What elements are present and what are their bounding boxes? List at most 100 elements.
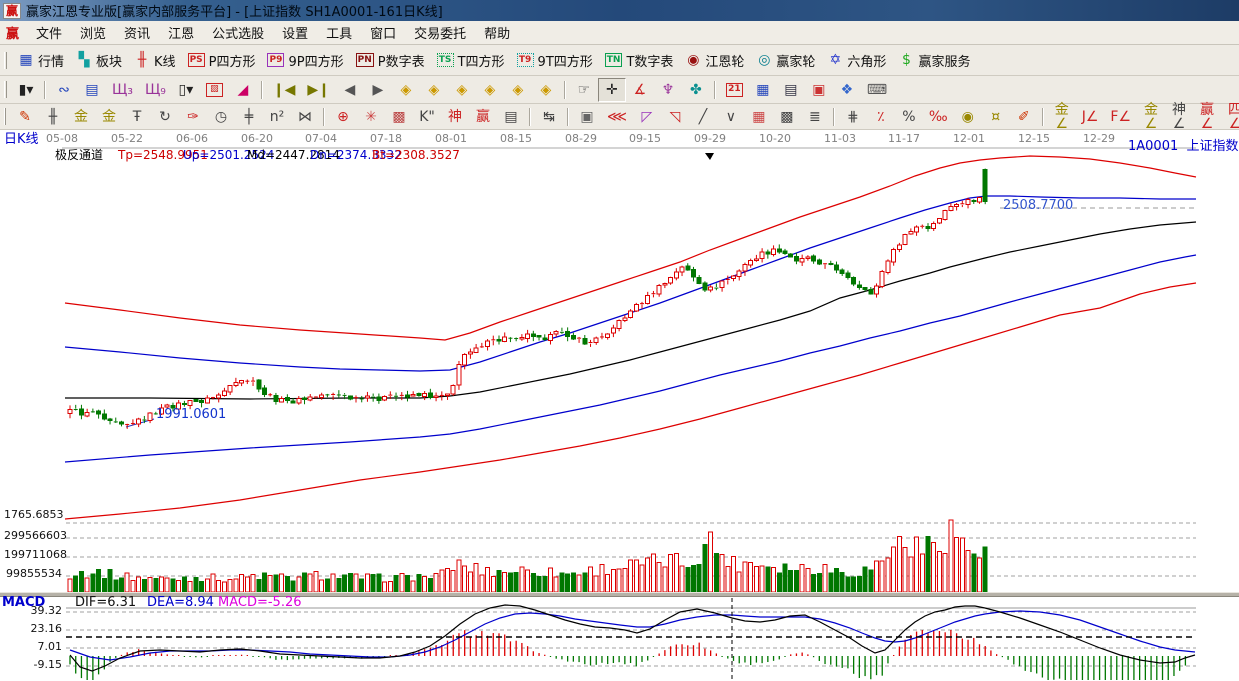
report-button[interactable]: ▤: [777, 78, 805, 102]
flower-tool-button[interactable]: ✤: [682, 78, 710, 102]
t-square-button[interactable]: TS T四方形: [431, 48, 511, 72]
zigzag-button[interactable]: ∨: [717, 105, 745, 129]
win-angle-button[interactable]: 赢∠: [1193, 103, 1221, 131]
f-angle-button[interactable]: F∠: [1104, 105, 1137, 129]
save-button[interactable]: ▣: [805, 78, 833, 102]
time-circle-button[interactable]: ◷: [207, 105, 235, 129]
menu-item-3[interactable]: 江恩: [159, 25, 203, 44]
9t-square-button[interactable]: T9 9T四方形: [511, 48, 599, 72]
gold-angle-button[interactable]: 金∠: [1048, 103, 1076, 131]
kline-style-button[interactable]: ▮▾: [12, 78, 40, 102]
calculator-button[interactable]: ▦: [749, 78, 777, 102]
winner-service-button[interactable]: $ 赢家服务: [892, 48, 976, 72]
menu-item-5[interactable]: 设置: [273, 25, 317, 44]
menu-item-8[interactable]: 交易委托: [405, 25, 475, 44]
grid-dark-icon: ▩: [780, 108, 794, 125]
j-angle-button[interactable]: J∠: [1076, 105, 1105, 129]
web-button[interactable]: ▩: [385, 105, 413, 129]
gold-level-button[interactable]: ¤: [982, 105, 1010, 129]
gold-angle-2-button[interactable]: 金∠: [1137, 103, 1165, 131]
gold-circle-button[interactable]: ◉: [954, 105, 982, 129]
t-number-button[interactable]: TN T数字表: [599, 48, 680, 72]
crosshair-button[interactable]: ✛: [597, 77, 626, 102]
angle-measure-button[interactable]: ∡: [626, 78, 654, 102]
pan-left-button[interactable]: ◈: [392, 78, 420, 102]
star-rays-button[interactable]: ✳: [357, 105, 385, 129]
candle-type-button[interactable]: ▯▾: [172, 78, 200, 102]
gann-box-button[interactable]: ◹: [661, 105, 689, 129]
parallel-button[interactable]: ≣: [801, 105, 829, 129]
percent-button[interactable]: %: [895, 105, 923, 129]
win-tool-button[interactable]: 赢: [469, 105, 497, 129]
title-bar[interactable]: 赢 赢家江恩专业版[赢家内部服务平台] - [上证指数 SH1A0001-161…: [0, 0, 1239, 21]
calendar-button[interactable]: 21: [720, 78, 749, 102]
gann-tool-button[interactable]: ♆: [654, 78, 682, 102]
bars-9-button[interactable]: Щ₉: [139, 78, 172, 102]
gold-comb-2-button[interactable]: 金: [95, 105, 123, 129]
scale-bars-button[interactable]: ⋕: [839, 105, 867, 129]
sectors-button[interactable]: ▚ 板块: [70, 48, 128, 72]
menu-item-2[interactable]: 资讯: [115, 25, 159, 44]
kline-button[interactable]: ╫ K线: [128, 48, 182, 72]
toolbar-grip[interactable]: [4, 51, 7, 69]
info-note-button[interactable]: ▤: [78, 78, 106, 102]
hand-button[interactable]: ☞: [570, 78, 598, 102]
gold-comb-1-button[interactable]: 金: [67, 105, 95, 129]
marker-button[interactable]: ✑: [179, 105, 207, 129]
hexagon-button[interactable]: ✡ 六角形: [821, 48, 892, 72]
bars-3-button[interactable]: Щ₃: [106, 78, 139, 102]
menu-item-0[interactable]: 文件: [27, 25, 71, 44]
box-tool-button[interactable]: ▣: [573, 105, 601, 129]
comb-2-button[interactable]: ╪: [235, 105, 263, 129]
grid-red-button[interactable]: ▦: [745, 105, 773, 129]
target-button[interactable]: ⊕: [329, 105, 357, 129]
comb-button[interactable]: ╫: [39, 105, 67, 129]
menu-item-4[interactable]: 公式选股: [203, 25, 273, 44]
si-angle-button[interactable]: 四∠: [1221, 103, 1239, 131]
net-sync-button[interactable]: ❖: [833, 78, 861, 102]
compress-button[interactable]: ◈: [504, 78, 532, 102]
prev-button[interactable]: ◀: [336, 78, 364, 102]
toolbar-grip[interactable]: [4, 108, 6, 125]
pct-tool-button[interactable]: ٪: [867, 105, 895, 129]
zoom-in-h-button[interactable]: ◈: [476, 78, 504, 102]
k-note-button[interactable]: K": [413, 105, 441, 129]
quotes-button[interactable]: ▦ 行情: [12, 48, 70, 72]
f-comb-button[interactable]: Ŧ: [123, 105, 151, 129]
brush-2-button[interactable]: ✐: [1010, 105, 1038, 129]
menu-item-6[interactable]: 工具: [317, 25, 361, 44]
width-measure-button[interactable]: ↹: [535, 105, 563, 129]
date-label: 07-18: [370, 132, 402, 145]
histogram-button[interactable]: ◢: [229, 78, 257, 102]
ruler-button[interactable]: ▤: [497, 105, 525, 129]
shen-angle-button[interactable]: 神∠: [1165, 103, 1193, 131]
terminal-button[interactable]: ⌨: [861, 78, 893, 102]
menu-item-7[interactable]: 窗口: [361, 25, 405, 44]
menu-item-9[interactable]: 帮助: [475, 25, 519, 44]
zoom-out-h-button[interactable]: ◈: [448, 78, 476, 102]
pan-right-button[interactable]: ◈: [420, 78, 448, 102]
zoom-area-button[interactable]: ∾: [50, 78, 78, 102]
expand-button[interactable]: ◈: [532, 78, 560, 102]
first-page-button[interactable]: ❙◀: [267, 78, 302, 102]
p-square-button[interactable]: PS P四方形: [182, 48, 262, 72]
grid-dark-button[interactable]: ▩: [773, 105, 801, 129]
trend-line-button[interactable]: ╱: [689, 105, 717, 129]
winner-wheel-button[interactable]: ◎ 赢家轮: [750, 48, 821, 72]
n-square-button[interactable]: n²: [263, 105, 291, 129]
last-page-button[interactable]: ▶❙: [301, 78, 336, 102]
fan-lines-button[interactable]: ⋘: [601, 105, 633, 129]
spiral-button[interactable]: ↻: [151, 105, 179, 129]
9p-square-button[interactable]: P9 9P四方形: [261, 48, 349, 72]
next-button[interactable]: ▶: [364, 78, 392, 102]
p-number-button[interactable]: PN P数字表: [350, 48, 431, 72]
brush-button[interactable]: ✎: [11, 105, 39, 129]
fan-box-button[interactable]: ◸: [633, 105, 661, 129]
shen-tool-button[interactable]: 神: [441, 105, 469, 129]
gann-wheel-button[interactable]: ◉ 江恩轮: [679, 48, 750, 72]
pattern-button[interactable]: ▨: [200, 78, 229, 102]
mirror-angle-button[interactable]: ⋈: [291, 105, 319, 129]
menu-item-1[interactable]: 浏览: [71, 25, 115, 44]
permille-button[interactable]: ‰: [923, 105, 954, 129]
toolbar-grip[interactable]: [4, 81, 7, 98]
